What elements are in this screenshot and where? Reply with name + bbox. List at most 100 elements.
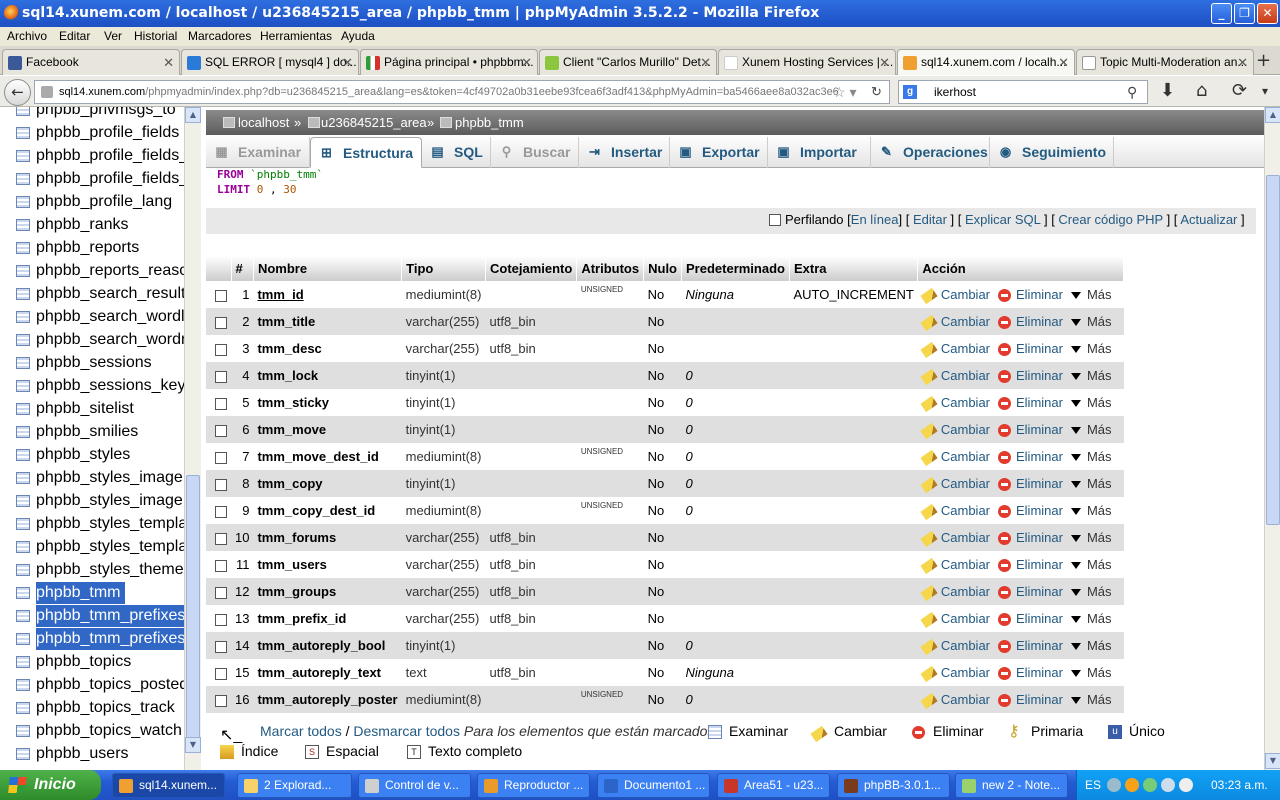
sidebar-table-label[interactable]: phpbb_users xyxy=(36,743,129,765)
more-button[interactable]: Más xyxy=(1070,395,1112,410)
delete-button[interactable]: Eliminar xyxy=(998,665,1063,681)
change-button[interactable]: Cambiar xyxy=(920,368,990,385)
scroll-thumb[interactable] xyxy=(1266,175,1280,525)
sidebar-table-item[interactable]: phpbb_search_result xyxy=(14,283,184,305)
scroll-up-icon[interactable]: ▲ xyxy=(1265,107,1280,123)
col-header-name[interactable]: Nombre xyxy=(253,256,403,281)
google-icon[interactable]: g xyxy=(903,85,917,99)
tab-buscar[interactable]: ⚲ Buscar xyxy=(491,137,579,168)
more-button[interactable]: Más xyxy=(1070,422,1112,437)
sidebar-table-label[interactable]: phpbb_topics_watch xyxy=(36,720,182,742)
col-header-extra[interactable]: Extra xyxy=(789,256,919,281)
taskbar-button[interactable]: 2 Explorad... xyxy=(237,773,352,798)
sidebar-table-item[interactable]: phpbb_reports xyxy=(14,237,184,259)
sidebar-table-item[interactable]: phpbb_smilies xyxy=(14,421,184,443)
sync-icon[interactable]: ⟳ xyxy=(1232,80,1247,101)
more-button[interactable]: Más xyxy=(1070,665,1112,680)
col-header-collation[interactable]: Cotejamiento xyxy=(485,256,578,281)
bulk-primary-button[interactable]: Primaria xyxy=(1031,723,1083,739)
home-icon[interactable]: ⌂ xyxy=(1196,80,1207,101)
bookmark-star-icon[interactable]: ☆ ▾ xyxy=(833,81,856,103)
sidebar-table-label[interactable]: phpbb_tmm_prefixes xyxy=(36,605,184,627)
sidebar-table-label[interactable]: phpbb_styles_theme xyxy=(36,559,184,581)
sidebar-table-label[interactable]: phpbb_profile_lang xyxy=(36,191,172,213)
taskbar-button[interactable]: sql14.xunem... xyxy=(112,773,225,798)
table-icon[interactable] xyxy=(16,380,30,392)
more-button[interactable]: Más xyxy=(1070,638,1112,653)
row-checkbox[interactable] xyxy=(215,343,227,356)
more-button[interactable]: Más xyxy=(1070,584,1112,599)
table-icon[interactable] xyxy=(16,564,30,576)
col-header-attributes[interactable]: Atributos xyxy=(576,256,645,281)
row-checkbox[interactable] xyxy=(215,586,227,599)
table-icon[interactable] xyxy=(16,403,30,415)
minimize-button[interactable]: _ xyxy=(1211,3,1232,24)
row-checkbox[interactable] xyxy=(215,424,227,437)
tab-importar[interactable]: ▣ Importar xyxy=(768,137,871,168)
change-button[interactable]: Cambiar xyxy=(920,665,990,682)
menu-herramientas[interactable]: Herramientas xyxy=(260,29,332,43)
refresh-link[interactable]: Actualizar xyxy=(1180,212,1237,227)
sidebar-table-item[interactable]: phpbb_styles_theme xyxy=(14,559,184,581)
col-header-type[interactable]: Tipo xyxy=(401,256,486,281)
search-box[interactable]: g ikerhost ⚲ xyxy=(898,80,1148,104)
tab-close-icon[interactable]: ✕ xyxy=(342,50,353,75)
more-button[interactable]: Más xyxy=(1070,314,1112,329)
sidebar-table-item[interactable]: phpbb_search_wordn xyxy=(14,329,184,351)
delete-button[interactable]: Eliminar xyxy=(998,692,1063,708)
browser-tab[interactable]: Página principal • phpbbm... ✕ xyxy=(360,49,538,75)
bulk-unique-button[interactable]: Único xyxy=(1129,723,1165,739)
taskbar-button[interactable]: phpBB-3.0.1... xyxy=(837,773,950,798)
tab-sql[interactable]: ▤ SQL xyxy=(422,137,491,168)
sidebar-table-item[interactable]: phpbb_profile_fields xyxy=(14,122,184,144)
sidebar-table-label[interactable]: phpbb_profile_fields_ xyxy=(36,168,184,190)
page-scrollbar[interactable]: ▲ ▼ xyxy=(1264,107,1280,770)
row-checkbox[interactable] xyxy=(215,694,227,707)
row-checkbox[interactable] xyxy=(215,640,227,653)
taskbar-button[interactable]: Reproductor ... xyxy=(477,773,590,798)
tab-close-icon[interactable]: ✕ xyxy=(700,50,711,75)
sidebar-table-label[interactable]: phpbb_sessions_key xyxy=(36,375,184,397)
tab-close-icon[interactable]: ✕ xyxy=(1237,50,1248,75)
more-button[interactable]: Más xyxy=(1070,557,1112,572)
sidebar-table-label[interactable]: phpbb_styles xyxy=(36,444,130,466)
change-button[interactable]: Cambiar xyxy=(920,584,990,601)
menu-chevron-icon[interactable]: ▾ xyxy=(1262,84,1268,98)
bulk-delete-button[interactable]: Eliminar xyxy=(933,723,984,739)
sidebar-table-label[interactable]: phpbb_sessions xyxy=(36,352,152,374)
sidebar-table-label[interactable]: phpbb_topics xyxy=(36,651,131,673)
menu-ayuda[interactable]: Ayuda xyxy=(341,29,375,43)
browser-tab[interactable]: Xunem Hosting Services | ... ✕ xyxy=(718,49,896,75)
sidebar-table-item[interactable]: phpbb_topics_watch xyxy=(14,720,184,742)
sidebar-table-item[interactable]: phpbb_search_wordl xyxy=(14,306,184,328)
change-button[interactable]: Cambiar xyxy=(920,503,990,520)
sidebar-table-label[interactable]: phpbb_privmsgs_to xyxy=(36,107,176,121)
delete-button[interactable]: Eliminar xyxy=(998,503,1063,519)
sidebar-table-item[interactable]: phpbb_styles_templa xyxy=(14,513,184,535)
row-checkbox[interactable] xyxy=(215,289,227,302)
table-icon[interactable] xyxy=(16,265,30,277)
taskbar-button[interactable]: Control de v... xyxy=(358,773,471,798)
sidebar-table-item[interactable]: phpbb_privmsgs_to xyxy=(14,107,184,121)
volume-icon[interactable] xyxy=(1179,778,1193,792)
explain-sql-link[interactable]: Explicar SQL xyxy=(965,212,1040,227)
menu-ver[interactable]: Ver xyxy=(104,29,122,43)
tab-examinar[interactable]: ▦ Examinar xyxy=(206,137,310,168)
menu-historial[interactable]: Historial xyxy=(134,29,177,43)
col-header-default[interactable]: Predeterminado xyxy=(681,256,790,281)
tray-icon[interactable] xyxy=(1107,778,1121,792)
sidebar-table-label[interactable]: phpbb_profile_fields xyxy=(36,122,179,144)
tab-close-icon[interactable]: ✕ xyxy=(163,50,174,75)
table-icon[interactable] xyxy=(16,633,30,645)
edit-link[interactable]: Editar xyxy=(913,212,947,227)
change-button[interactable]: Cambiar xyxy=(920,422,990,439)
sidebar-table-item[interactable]: phpbb_styles xyxy=(14,444,184,466)
row-checkbox[interactable] xyxy=(215,613,227,626)
sidebar-table-item[interactable]: phpbb_sessions xyxy=(14,352,184,374)
table-icon[interactable] xyxy=(16,173,30,185)
profiling-checkbox[interactable] xyxy=(769,214,781,226)
taskbar-button[interactable]: new 2 - Note... xyxy=(955,773,1068,798)
network-icon[interactable] xyxy=(1161,778,1175,792)
sidebar-table-item[interactable]: phpbb_tmm_prefixes xyxy=(14,628,184,650)
tab-exportar[interactable]: ▣ Exportar xyxy=(670,137,768,168)
